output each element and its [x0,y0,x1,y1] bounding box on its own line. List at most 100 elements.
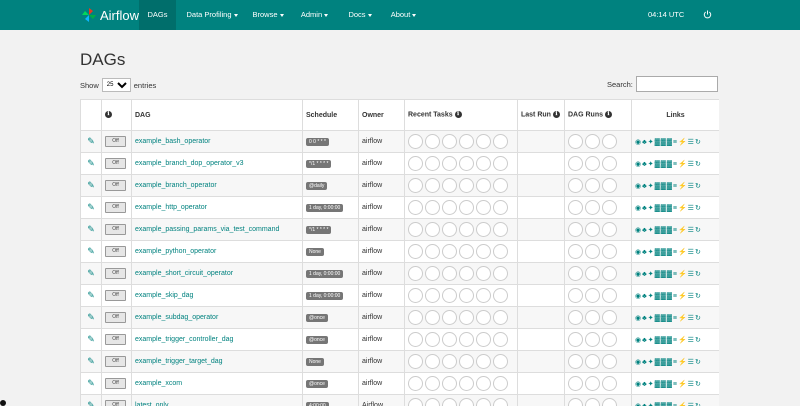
dag-toggle-switch[interactable]: Off [105,158,126,169]
nav-browse[interactable]: Browse [248,0,288,30]
task-state-circle[interactable] [459,244,474,259]
task-state-circle[interactable] [425,288,440,303]
task-state-circle[interactable] [408,310,423,325]
task-state-circle[interactable] [459,332,474,347]
dag-id-link[interactable]: latest_only [131,394,303,406]
run-state-circle[interactable] [585,376,600,391]
task-state-circle[interactable] [408,332,423,347]
run-state-circle[interactable] [602,178,617,193]
search-input[interactable] [635,76,718,92]
run-state-circle[interactable] [568,244,583,259]
run-state-circle[interactable] [585,310,600,325]
dag-toggle-switch[interactable]: Off [105,224,126,235]
task-state-circle[interactable] [442,354,457,369]
task-state-circle[interactable] [442,332,457,347]
run-state-circle[interactable] [602,332,617,347]
run-state-circle[interactable] [585,288,600,303]
edit-dag-icon[interactable]: ✎ [80,174,102,197]
dag-toggle-switch[interactable]: Off [105,334,126,345]
edit-dag-icon[interactable]: ✎ [80,262,102,285]
dag-toggle-switch[interactable]: Off [105,268,126,279]
task-state-circle[interactable] [493,398,508,406]
dag-links-icons[interactable]: ◉♣✦▓▓▓≡⚡☰↻ [635,227,702,234]
dag-id-link[interactable]: example_branch_operator [131,174,303,197]
task-state-circle[interactable] [442,398,457,406]
edit-dag-icon[interactable]: ✎ [80,328,102,351]
task-state-circle[interactable] [476,222,491,237]
owner-column-header[interactable]: Owner [358,99,405,131]
task-state-circle[interactable] [425,310,440,325]
task-state-circle[interactable] [408,156,423,171]
run-state-circle[interactable] [585,266,600,281]
edit-dag-icon[interactable]: ✎ [80,372,102,395]
run-state-circle[interactable] [568,156,583,171]
task-state-circle[interactable] [493,222,508,237]
run-state-circle[interactable] [585,200,600,215]
run-state-circle[interactable] [568,266,583,281]
task-state-circle[interactable] [442,266,457,281]
run-state-circle[interactable] [602,310,617,325]
task-state-circle[interactable] [442,244,457,259]
run-state-circle[interactable] [568,200,583,215]
task-state-circle[interactable] [493,354,508,369]
dag-id-link[interactable]: example_passing_params_via_test_command [131,218,303,241]
edit-dag-icon[interactable]: ✎ [80,240,102,263]
nav-about[interactable]: About [383,0,424,30]
dag-links-icons[interactable]: ◉♣✦▓▓▓≡⚡☰↻ [635,315,702,322]
task-state-circle[interactable] [425,332,440,347]
dag-id-link[interactable]: example_short_circuit_operator [131,262,303,285]
task-state-circle[interactable] [476,310,491,325]
task-state-circle[interactable] [425,156,440,171]
task-state-circle[interactable] [459,310,474,325]
run-state-circle[interactable] [602,288,617,303]
task-state-circle[interactable] [459,266,474,281]
edit-dag-icon[interactable]: ✎ [80,394,102,406]
airflow-brand[interactable]: Airflow [81,5,139,25]
page-size-select[interactable]: 25 [101,78,131,92]
run-state-circle[interactable] [585,354,600,369]
task-state-circle[interactable] [476,332,491,347]
dag-toggle-switch[interactable]: Off [105,356,126,367]
task-state-circle[interactable] [476,288,491,303]
task-state-circle[interactable] [408,244,423,259]
dag-id-link[interactable]: example_subdag_operator [131,306,303,329]
nav-admin[interactable]: Admin [296,0,333,30]
task-state-circle[interactable] [442,310,457,325]
task-state-circle[interactable] [493,332,508,347]
run-state-circle[interactable] [568,222,583,237]
task-state-circle[interactable] [476,156,491,171]
dag-toggle-switch[interactable]: Off [105,290,126,301]
run-state-circle[interactable] [602,134,617,149]
task-state-circle[interactable] [459,288,474,303]
dag-id-link[interactable]: example_bash_operator [131,130,303,153]
dag-toggle-switch[interactable]: Off [105,312,126,323]
run-state-circle[interactable] [568,178,583,193]
run-state-circle[interactable] [602,244,617,259]
task-state-circle[interactable] [493,156,508,171]
task-state-circle[interactable] [459,178,474,193]
edit-dag-icon[interactable]: ✎ [80,196,102,219]
run-state-circle[interactable] [568,398,583,406]
edit-dag-icon[interactable]: ✎ [80,152,102,175]
dag-toggle-switch[interactable]: Off [105,180,126,191]
task-state-circle[interactable] [425,200,440,215]
task-state-circle[interactable] [442,376,457,391]
task-state-circle[interactable] [442,178,457,193]
task-state-circle[interactable] [476,398,491,406]
run-state-circle[interactable] [602,266,617,281]
run-state-circle[interactable] [602,200,617,215]
dag-links-icons[interactable]: ◉♣✦▓▓▓≡⚡☰↻ [635,205,702,212]
dag-id-link[interactable]: example_http_operator [131,196,303,219]
dag-toggle-switch[interactable]: Off [105,202,126,213]
task-state-circle[interactable] [425,398,440,406]
run-state-circle[interactable] [585,134,600,149]
task-state-circle[interactable] [493,376,508,391]
task-state-circle[interactable] [442,134,457,149]
task-state-circle[interactable] [493,288,508,303]
task-state-circle[interactable] [459,134,474,149]
nav-dags[interactable]: DAGs [139,0,176,30]
nav-data-profiling[interactable]: Data Profiling [176,0,248,30]
run-state-circle[interactable] [602,376,617,391]
task-state-circle[interactable] [493,134,508,149]
run-state-circle[interactable] [568,332,583,347]
